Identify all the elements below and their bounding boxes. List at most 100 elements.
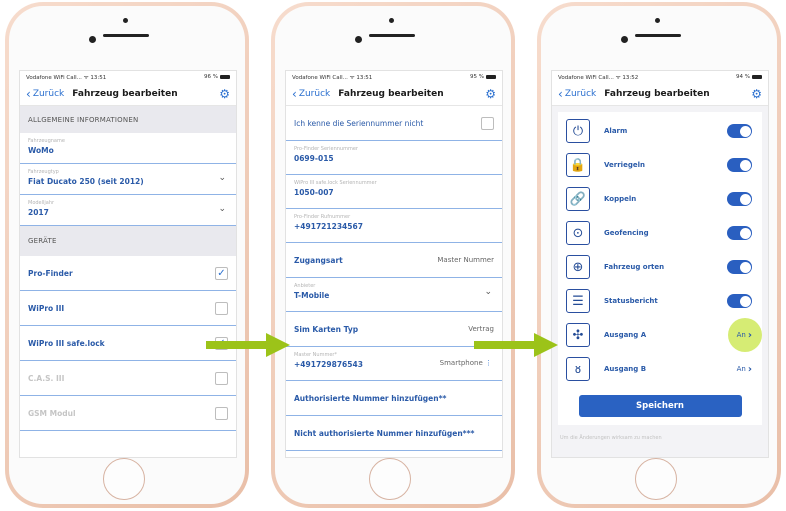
checklist-icon: ☰ [566, 289, 590, 313]
add-unauthorized-number-row[interactable]: Nicht authorisierte Nummer hinzufügen*** [286, 416, 502, 451]
function-row-lock: 🔒 Verriegeln [558, 148, 762, 182]
function-row-status-report: ☰ Statusbericht [558, 284, 762, 318]
device-row-pro-finder[interactable]: Pro-Finder ✓ [20, 256, 236, 291]
nav-bar: ‹ Zurück Fahrzeug bearbeiten ⚙ [552, 83, 768, 106]
add-authorized-number-row[interactable]: Authorisierte Nummer hinzufügen** [286, 381, 502, 416]
checkbox[interactable] [215, 406, 228, 420]
battery-percent: 94 % [736, 74, 750, 80]
nav-bar: ‹ Zurück Fahrzeug bearbeiten ⚙ [286, 83, 502, 106]
provider-select[interactable]: Anbieter T-Mobile ⌄ [286, 278, 502, 312]
access-type-row[interactable]: Zugangsart Master Nummer [286, 243, 502, 278]
chevron-left-icon: ‹ [558, 87, 563, 101]
proximity-sensor [389, 18, 394, 23]
wipro-serial-field[interactable]: WiPro III safe.lock Seriennummer 1050-00… [286, 175, 502, 209]
nav-bar: ‹ Zurück Fahrzeug bearbeiten ⚙ [20, 83, 236, 106]
vehicle-name-field[interactable]: Fahrzeugname WoMo [20, 133, 236, 164]
device-row-cas[interactable]: C.A.S. III [20, 361, 236, 396]
coil-icon: ᴕ [566, 357, 590, 381]
location-pin-icon: ⊙ [566, 221, 590, 245]
save-button[interactable]: Speichern [578, 395, 742, 417]
checkbox[interactable]: ✓ [215, 266, 228, 280]
carrier-label: Vodafone WiFi Call... [558, 75, 614, 81]
section-header-devices: GERÄTE [20, 226, 236, 256]
gear-icon[interactable]: ⚙ [751, 87, 762, 101]
locate-toggle[interactable] [727, 260, 752, 274]
front-camera [89, 36, 96, 43]
pair-toggle[interactable] [727, 192, 752, 206]
clock: 13:51 [356, 75, 373, 81]
device-row-wipro[interactable]: WiPro III [20, 291, 236, 326]
battery-percent: 95 % [470, 74, 484, 80]
vehicle-type-select[interactable]: Fahrzeugtyp Fiat Ducato 250 (seit 2012) … [20, 164, 236, 195]
status-bar: Vodafone WiFi Call... ᯤ 13:52 94 % [552, 71, 768, 83]
carrier-label: Vodafone WiFi Call... [26, 75, 82, 81]
chevron-left-icon: ‹ [26, 87, 31, 101]
gear-icon[interactable]: ⚙ [485, 87, 496, 101]
output-b-link[interactable]: An › [737, 364, 752, 375]
back-button[interactable]: ‹ Zurück [26, 88, 64, 100]
function-row-locate: ⊕ Fahrzeug orten [558, 250, 762, 284]
page-title: Fahrzeug bearbeiten [72, 89, 178, 99]
lock-icon: 🔒 [566, 153, 590, 177]
screen-general-info: Vodafone WiFi Call... ᯤ 13:51 96 % ‹ Zurü… [19, 70, 237, 458]
carrier-label: Vodafone WiFi Call... [292, 75, 348, 81]
checkbox[interactable] [481, 116, 494, 130]
chevron-down-icon: ⌄ [484, 287, 492, 297]
gear-icon[interactable]: ⚙ [219, 87, 230, 101]
status-bar: Vodafone WiFi Call... ᯤ 13:51 96 % [20, 71, 236, 83]
battery-icon [486, 75, 496, 79]
status-bar: Vodafone WiFi Call... ᯤ 13:51 95 % [286, 71, 502, 83]
function-row-pair: 🔗 Koppeln [558, 182, 762, 216]
fan-icon: ✣ [566, 323, 590, 347]
pro-finder-phone-field[interactable]: Pro-Finder Rufnummer +491721234567 [286, 209, 502, 243]
wifi-icon: ᯤ [349, 75, 355, 81]
power-icon: ⏻ [566, 119, 590, 143]
output-a-link[interactable]: An › [737, 330, 752, 341]
master-device-label: Smartphone [439, 359, 483, 367]
clock: 13:52 [622, 75, 639, 81]
device-row-wipro-safelock[interactable]: WiPro III safe.lock ✓ [20, 326, 236, 361]
serial-unknown-row[interactable]: Ich kenne die Seriennummer nicht [286, 106, 502, 141]
target-icon: ⊕ [566, 255, 590, 279]
geofencing-toggle[interactable] [727, 226, 752, 240]
section-header-general: ALLGEMEINE INFORMATIONEN [20, 106, 236, 133]
back-button[interactable]: ‹ Zurück [292, 88, 330, 100]
sim-type-row[interactable]: Sim Karten Typ Vertrag [286, 312, 502, 347]
link-icon: 🔗 [566, 187, 590, 211]
checkbox[interactable] [215, 301, 228, 315]
back-button[interactable]: ‹ Zurück [558, 88, 596, 100]
earpiece-speaker [103, 34, 149, 37]
flow-arrow-2 [474, 333, 558, 357]
home-button[interactable] [103, 458, 145, 500]
checkbox[interactable] [215, 371, 228, 385]
front-camera [621, 36, 628, 43]
wifi-icon: ᯤ [83, 75, 89, 81]
battery-icon [752, 75, 762, 79]
lock-toggle[interactable] [727, 158, 752, 172]
screen-functions: Vodafone WiFi Call... ᯤ 13:52 94 % ‹ Zurü… [551, 70, 769, 458]
wifi-icon: ᯤ [615, 75, 621, 81]
alarm-toggle[interactable] [727, 124, 752, 138]
chevron-left-icon: ‹ [292, 87, 297, 101]
battery-percent: 96 % [204, 74, 218, 80]
earpiece-speaker [369, 34, 415, 37]
proximity-sensor [655, 18, 660, 23]
function-row-alarm: ⏻ Alarm [558, 114, 762, 148]
screen-device-settings: Vodafone WiFi Call... ᯤ 13:51 95 % ‹ Zurü… [285, 70, 503, 458]
function-row-output-b: ᴕ Ausgang B An › [558, 352, 762, 386]
chevron-down-icon: ⌄ [218, 173, 226, 183]
master-number-field[interactable]: Master Nummer* +491729876543 Smartphone … [286, 347, 502, 381]
chevron-right-icon: › [747, 363, 752, 375]
more-vertical-icon[interactable]: ⋮ [485, 359, 492, 367]
chevron-right-icon: › [747, 329, 752, 341]
function-row-geofencing: ⊙ Geofencing [558, 216, 762, 250]
proximity-sensor [123, 18, 128, 23]
home-button[interactable] [369, 458, 411, 500]
status-report-toggle[interactable] [727, 294, 752, 308]
battery-icon [220, 75, 230, 79]
model-year-select[interactable]: Modelljahr 2017 ⌄ [20, 195, 236, 226]
device-row-gsm[interactable]: GSM Modul [20, 396, 236, 431]
phone-frame-3: Vodafone WiFi Call... ᯤ 13:52 94 % ‹ Zurü… [537, 2, 781, 508]
home-button[interactable] [635, 458, 677, 500]
pro-finder-serial-field[interactable]: Pro-Finder Seriennummer 0699-015 [286, 141, 502, 175]
